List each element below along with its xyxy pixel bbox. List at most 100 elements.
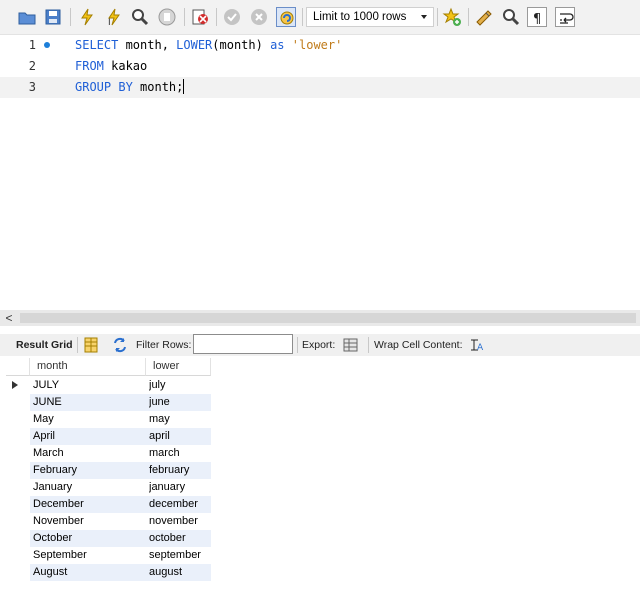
toolbar-separator: [468, 8, 469, 26]
table-row[interactable]: January january: [6, 479, 211, 496]
explain-icon[interactable]: [130, 7, 150, 27]
keyword: GROUP BY: [75, 80, 133, 94]
open-folder-icon[interactable]: [17, 7, 37, 27]
line-number: 1: [28, 38, 36, 52]
cell-lower[interactable]: may: [149, 411, 211, 428]
table-row[interactable]: JULY july: [6, 377, 211, 394]
result-toolbar: Result Grid Filter Rows: Export: Wrap Ce…: [0, 334, 640, 356]
cell-month[interactable]: April: [33, 428, 145, 445]
commit-icon[interactable]: [222, 7, 242, 27]
save-icon[interactable]: [43, 7, 63, 27]
table-row[interactable]: December december: [6, 496, 211, 513]
row-marker[interactable]: [6, 564, 30, 581]
wrap-cell-icon[interactable]: A: [468, 336, 486, 354]
cell-lower[interactable]: december: [149, 496, 211, 513]
row-marker[interactable]: [6, 513, 30, 530]
code-token: month;: [132, 80, 184, 94]
keyword: FROM: [75, 59, 104, 73]
cell-month[interactable]: February: [33, 462, 145, 479]
result-grid-tab[interactable]: Result Grid: [16, 334, 73, 356]
cell-month[interactable]: January: [33, 479, 145, 496]
row-marker[interactable]: [6, 547, 30, 564]
code-text: FROM kakao: [75, 56, 147, 77]
toggle-error-icon[interactable]: [190, 7, 210, 27]
autocommit-icon[interactable]: [276, 7, 296, 27]
line-number: 3: [28, 80, 36, 94]
keyword: SELECT: [75, 38, 119, 52]
cell-month[interactable]: September: [33, 547, 145, 564]
table-row[interactable]: February february: [6, 462, 211, 479]
refresh-icon[interactable]: [111, 336, 129, 354]
cell-lower[interactable]: september: [149, 547, 211, 564]
cell-month[interactable]: November: [33, 513, 145, 530]
row-marker[interactable]: [6, 394, 30, 411]
toolbar-separator: [70, 8, 71, 26]
toolbar-separator: [297, 337, 298, 353]
row-marker[interactable]: [6, 496, 30, 513]
column-header-lower[interactable]: lower: [146, 358, 211, 376]
cell-month[interactable]: May: [33, 411, 145, 428]
sql-editor[interactable]: 1 SELECT month, LOWER(month) as 'lower' …: [0, 35, 640, 310]
row-marker[interactable]: [6, 479, 30, 496]
cell-lower[interactable]: november: [149, 513, 211, 530]
row-marker[interactable]: [6, 377, 30, 394]
table-row[interactable]: March march: [6, 445, 211, 462]
cell-month[interactable]: JUNE: [33, 394, 145, 411]
stop-icon[interactable]: [157, 7, 177, 27]
row-marker[interactable]: [6, 428, 30, 445]
function-name: LOWER: [176, 38, 213, 52]
find-icon[interactable]: [501, 7, 521, 27]
row-marker[interactable]: [6, 411, 30, 428]
editor-horizontal-scrollbar[interactable]: <: [0, 310, 640, 326]
cell-lower[interactable]: march: [149, 445, 211, 462]
limit-rows-select[interactable]: Limit to 1000 rows: [306, 7, 434, 27]
execute-icon[interactable]: [77, 7, 97, 27]
cell-month[interactable]: March: [33, 445, 145, 462]
wrap-icon[interactable]: [555, 7, 575, 27]
cell-lower[interactable]: june: [149, 394, 211, 411]
toolbar-separator: [77, 337, 78, 353]
svg-text:A: A: [477, 343, 484, 353]
filter-rows-input[interactable]: [193, 334, 293, 354]
string-literal: 'lower': [291, 38, 343, 52]
table-row[interactable]: November november: [6, 513, 211, 530]
editor-line-1[interactable]: 1 SELECT month, LOWER(month) as 'lower': [0, 35, 640, 56]
table-row[interactable]: JUNE june: [6, 394, 211, 411]
toolbar-separator: [437, 8, 438, 26]
scroll-left-arrow-icon[interactable]: <: [2, 310, 16, 326]
cell-lower[interactable]: february: [149, 462, 211, 479]
row-marker[interactable]: [6, 462, 30, 479]
cell-lower[interactable]: august: [149, 564, 211, 581]
table-row[interactable]: September september: [6, 547, 211, 564]
toolbar-separator: [368, 337, 369, 353]
cell-month[interactable]: October: [33, 530, 145, 547]
editor-line-2[interactable]: 2 FROM kakao: [0, 56, 640, 77]
cell-month[interactable]: JULY: [33, 377, 145, 394]
scrollbar-thumb[interactable]: [20, 313, 636, 323]
cell-lower[interactable]: october: [149, 530, 211, 547]
table-row[interactable]: May may: [6, 411, 211, 428]
table-row[interactable]: April april: [6, 428, 211, 445]
cell-lower[interactable]: april: [149, 428, 211, 445]
table-row[interactable]: August august: [6, 564, 211, 581]
filter-rows-label: Filter Rows:: [136, 339, 192, 351]
grid-view-icon[interactable]: [82, 336, 100, 354]
toolbar-separator: [216, 8, 217, 26]
editor-line-3[interactable]: 3 GROUP BY month;: [0, 77, 640, 98]
beautify-icon[interactable]: [474, 7, 494, 27]
table-row[interactable]: October october: [6, 530, 211, 547]
cell-lower[interactable]: july: [149, 377, 211, 394]
bookmark-icon[interactable]: [442, 7, 462, 27]
column-header-month[interactable]: month: [30, 358, 146, 376]
sql-editor-toolbar: I Limit to 1000 rows ¶: [0, 0, 640, 35]
execute-current-icon[interactable]: I: [104, 7, 124, 27]
cell-month[interactable]: August: [33, 564, 145, 581]
rollback-icon[interactable]: [249, 7, 269, 27]
cell-lower[interactable]: january: [149, 479, 211, 496]
invisible-chars-icon[interactable]: ¶: [527, 7, 547, 27]
export-icon[interactable]: [342, 336, 360, 354]
row-marker[interactable]: [6, 530, 30, 547]
row-marker[interactable]: [6, 445, 30, 462]
cell-month[interactable]: December: [33, 496, 145, 513]
